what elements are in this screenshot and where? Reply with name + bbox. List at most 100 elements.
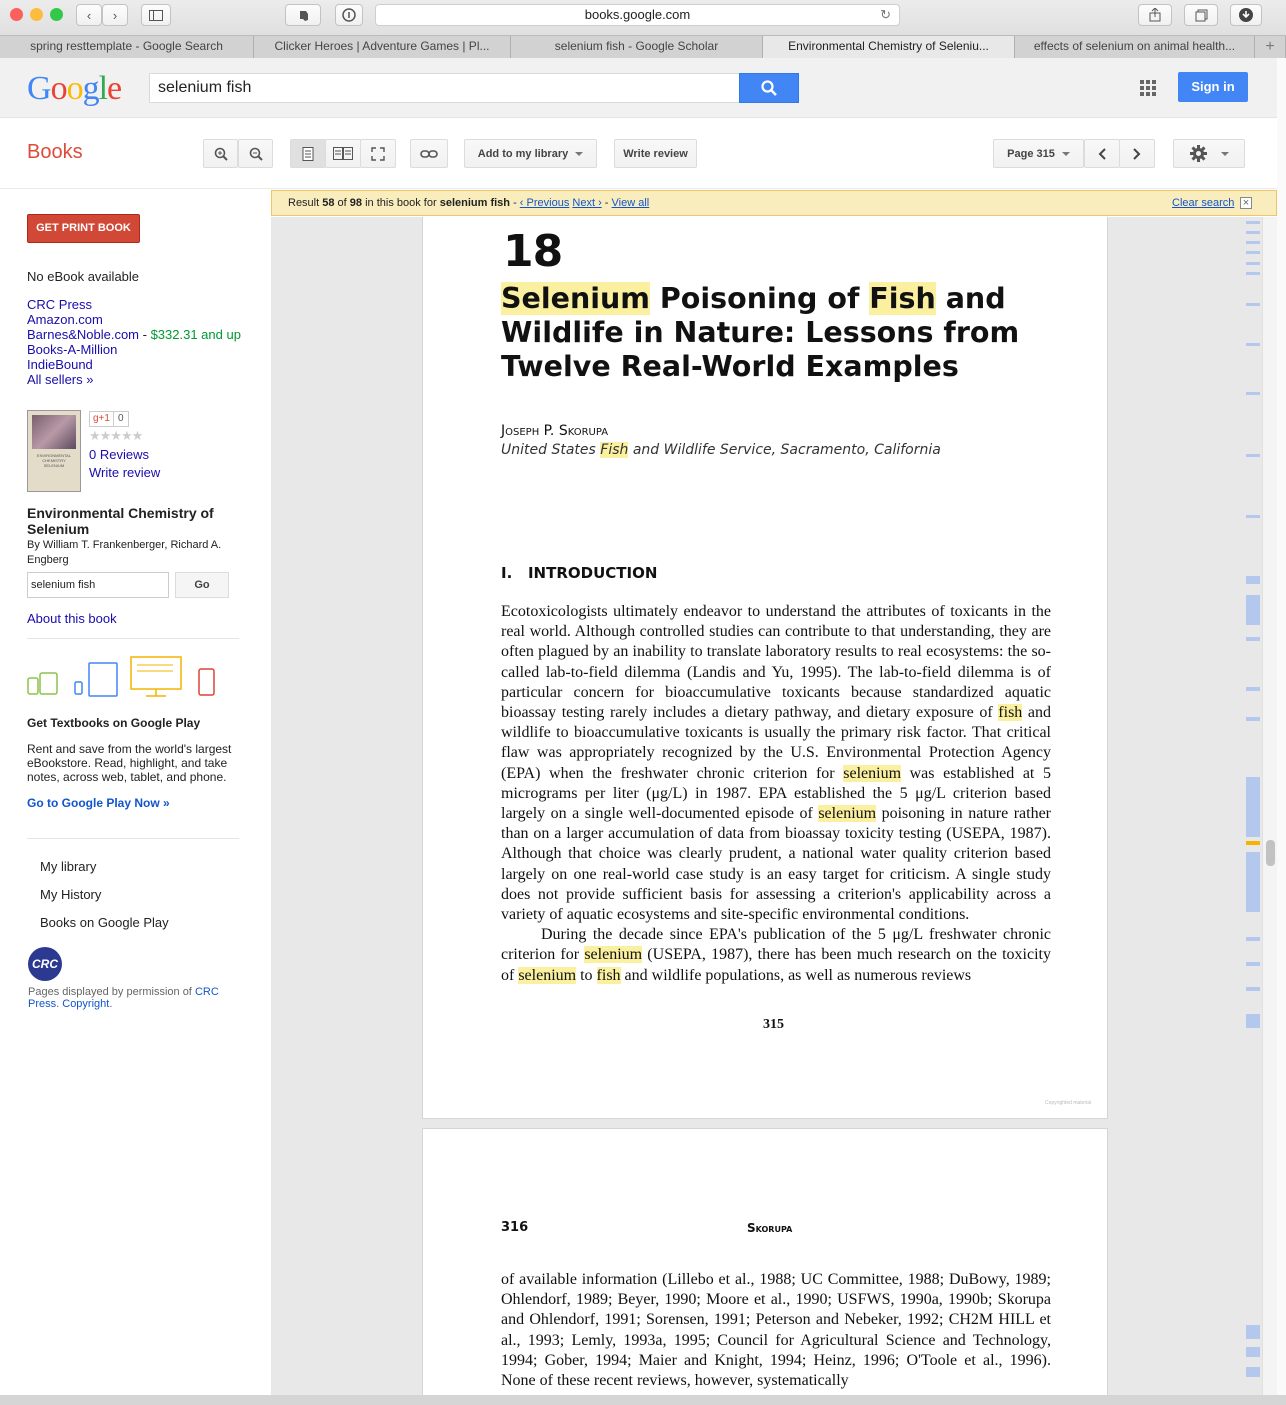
previous-result-link[interactable]: ‹ Previous — [520, 197, 570, 209]
devices-illustration-icon — [27, 656, 215, 697]
author-affiliation: United States Fish and Wildlife Service,… — [501, 442, 941, 458]
next-page-button[interactable] — [1119, 139, 1155, 168]
browser-tab[interactable]: spring resttemplate - Google Search — [0, 36, 254, 58]
page-select[interactable]: Page 315 — [993, 139, 1084, 168]
tabs-overview-button[interactable] — [1184, 4, 1218, 26]
google-play-link[interactable]: Go to Google Play Now » — [27, 796, 170, 810]
chapter-author: Joseph P. Skorupa — [501, 423, 609, 439]
zoom-out-button[interactable] — [238, 139, 273, 168]
search-highlight: selenium — [818, 805, 877, 823]
view-all-link[interactable]: View all — [612, 197, 650, 209]
search-highlight: Fish — [869, 282, 936, 315]
books-title[interactable]: Books — [27, 141, 83, 164]
fullscreen-icon — [371, 146, 385, 161]
rating-stars-icon: ★★★★★ — [89, 428, 143, 443]
zoom-in-button[interactable] — [203, 139, 238, 168]
about-this-book-link[interactable]: About this book — [27, 611, 117, 626]
browser-tab[interactable]: selenium fish - Google Scholar — [511, 36, 763, 58]
crc-press-logo[interactable]: CRC — [28, 947, 62, 981]
my-library-link[interactable]: My library — [40, 853, 169, 881]
new-tab-button[interactable]: + — [1255, 36, 1286, 58]
write-review-button[interactable]: Write review — [614, 139, 697, 168]
previous-page-button[interactable] — [1084, 139, 1120, 168]
zoom-in-icon — [214, 147, 228, 161]
sidebar-toggle-button[interactable] — [141, 4, 171, 26]
zoom-window-button[interactable] — [50, 8, 63, 21]
page-number: 316 — [501, 1220, 529, 1235]
apps-grid-icon[interactable] — [1140, 80, 1156, 96]
next-result-link[interactable]: Next › — [572, 197, 601, 209]
my-history-link[interactable]: My History — [40, 881, 169, 909]
divider — [27, 638, 239, 639]
copyright-link[interactable]: Copyright — [62, 998, 109, 1010]
clear-search-link[interactable]: Clear search — [1172, 191, 1234, 215]
seller-link[interactable]: IndieBound — [27, 357, 241, 372]
privacy-button[interactable] — [335, 4, 363, 26]
two-page-view-button[interactable] — [325, 139, 361, 168]
get-print-book-button[interactable]: GET PRINT BOOK — [27, 214, 140, 243]
info-icon — [342, 8, 356, 22]
in-book-search-input[interactable]: selenium fish — [27, 572, 169, 598]
all-sellers-link[interactable]: All sellers » — [27, 372, 241, 387]
close-icon[interactable]: × — [1240, 197, 1252, 209]
share-button[interactable] — [1138, 4, 1172, 26]
sidebar-icon — [149, 9, 163, 21]
seller-link[interactable]: CRC Press — [27, 297, 241, 312]
google-logo[interactable]: Google — [27, 70, 122, 108]
write-review-link[interactable]: Write review — [89, 465, 160, 480]
reload-icon[interactable]: ↻ — [880, 5, 891, 25]
search-highlight: selenium — [518, 966, 577, 984]
viewer-scrollbar[interactable] — [1262, 217, 1277, 1395]
extension-button[interactable] — [285, 4, 321, 26]
fullscreen-button[interactable] — [360, 139, 396, 168]
page-body-text: Ecotoxicologists ultimately endeavor to … — [501, 603, 1051, 984]
forward-button[interactable]: › — [102, 4, 128, 26]
seller-link[interactable]: Books-A-Million — [27, 342, 241, 357]
book-sidebar: GET PRINT BOOK No eBook available CRC Pr… — [0, 190, 271, 1395]
books-on-google-play-link[interactable]: Books on Google Play — [40, 909, 169, 937]
seller-price: $332.31 and up — [150, 327, 241, 342]
chevron-down-icon — [1061, 151, 1070, 156]
search-button[interactable] — [739, 73, 799, 103]
sign-in-button[interactable]: Sign in — [1178, 72, 1248, 102]
zoom-out-icon — [249, 147, 263, 161]
search-highlight: Fish — [600, 442, 629, 458]
browser-tab[interactable]: effects of selenium on animal health... — [1015, 36, 1255, 58]
url-text: books.google.com — [584, 7, 691, 22]
two-page-icon — [333, 147, 353, 160]
book-cover-thumbnail[interactable]: ENVIRONMENTAL CHEMISTRY SELENIUM — [27, 410, 81, 492]
reviews-link[interactable]: 0 Reviews — [89, 447, 149, 462]
chapter-number: 18 — [503, 226, 563, 277]
section-heading: I. INTRODUCTION — [501, 564, 658, 582]
browser-tab-active[interactable]: Environmental Chemistry of Seleniu... — [763, 36, 1015, 58]
browser-tab[interactable]: Clicker Heroes | Adventure Games | Pl... — [254, 36, 511, 58]
window-edge — [1277, 58, 1286, 1395]
gplus-icon: g+1 — [90, 412, 114, 426]
search-highlight: fish — [998, 704, 1023, 722]
link-button[interactable] — [410, 139, 448, 168]
minimize-window-button[interactable] — [30, 8, 43, 21]
promo-text: Rent and save from the world's largest e… — [27, 742, 232, 784]
gplus-widget[interactable]: g+1 0 — [89, 411, 129, 427]
search-icon — [761, 80, 777, 96]
settings-button[interactable] — [1173, 139, 1245, 168]
search-input[interactable]: selenium fish — [149, 73, 740, 103]
evernote-icon — [299, 10, 308, 21]
back-button[interactable]: ‹ — [76, 4, 102, 26]
search-highlight: Selenium — [501, 282, 650, 315]
in-book-search-go-button[interactable]: Go — [175, 572, 229, 598]
gplus-count: 0 — [117, 413, 124, 424]
single-page-view-button[interactable] — [290, 139, 326, 168]
address-bar[interactable]: books.google.com ↻ — [375, 4, 900, 26]
downloads-button[interactable] — [1230, 4, 1262, 26]
add-to-library-button[interactable]: Add to my library — [464, 139, 597, 168]
seller-link[interactable]: Amazon.com — [27, 312, 241, 327]
page-select-label: Page 315 — [1007, 147, 1055, 160]
divider — [27, 838, 239, 839]
scrollbar-thumb[interactable] — [1266, 840, 1275, 866]
close-window-button[interactable] — [10, 8, 23, 21]
google-header: Google selenium fish Sign in — [0, 58, 1286, 118]
seller-link[interactable]: Barnes&Noble.com — [27, 327, 139, 342]
sellers-list: CRC Press Amazon.com Barnes&Noble.com - … — [27, 297, 241, 387]
book-authors: By William T. Frankenberger, Richard A. … — [27, 539, 222, 566]
